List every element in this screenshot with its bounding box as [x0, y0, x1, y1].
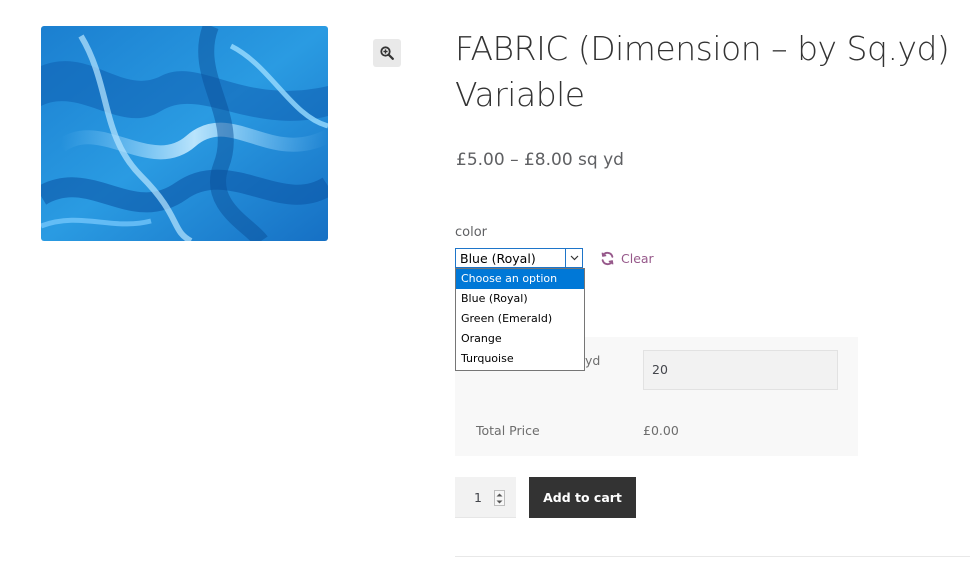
refresh-icon	[601, 251, 614, 265]
color-dropdown-list[interactable]: Choose an option Blue (Royal) Green (Eme…	[455, 268, 585, 371]
dropdown-option[interactable]: Blue (Royal)	[456, 289, 584, 309]
clear-link[interactable]: Clear	[600, 248, 654, 268]
color-select-value: Blue (Royal)	[460, 250, 536, 266]
stepper-down-icon[interactable]	[496, 500, 503, 504]
magnifier-plus-icon	[380, 46, 394, 60]
measurement-label: yd	[585, 353, 601, 368]
divider	[455, 556, 970, 557]
stepper-up-icon[interactable]	[496, 493, 503, 497]
fabric-image	[41, 26, 328, 241]
dropdown-option[interactable]: Orange	[456, 329, 584, 349]
total-price-label: Total Price	[476, 423, 540, 438]
dropdown-option[interactable]: Turquoise	[456, 349, 584, 369]
product-price: £5.00 – £8.00 sq yd	[456, 150, 624, 170]
quantity-stepper[interactable]	[494, 490, 505, 506]
product-title: FABRIC (Dimension – by Sq.yd) Variable	[455, 29, 950, 114]
dropdown-option[interactable]: Green (Emerald)	[456, 309, 584, 329]
add-to-cart-button[interactable]: Add to cart	[529, 477, 636, 518]
quantity-input[interactable]	[455, 477, 516, 518]
measurement-input[interactable]: 20	[643, 350, 838, 390]
dropdown-option[interactable]: Choose an option	[456, 269, 584, 289]
clear-label: Clear	[621, 250, 654, 266]
color-label: color	[455, 225, 488, 240]
total-price-value: £0.00	[643, 423, 679, 438]
quantity-value: 1	[474, 490, 482, 505]
product-image[interactable]	[41, 26, 328, 241]
chevron-down-icon	[565, 249, 582, 267]
zoom-button[interactable]	[373, 39, 401, 67]
color-select[interactable]: Blue (Royal)	[455, 248, 583, 268]
